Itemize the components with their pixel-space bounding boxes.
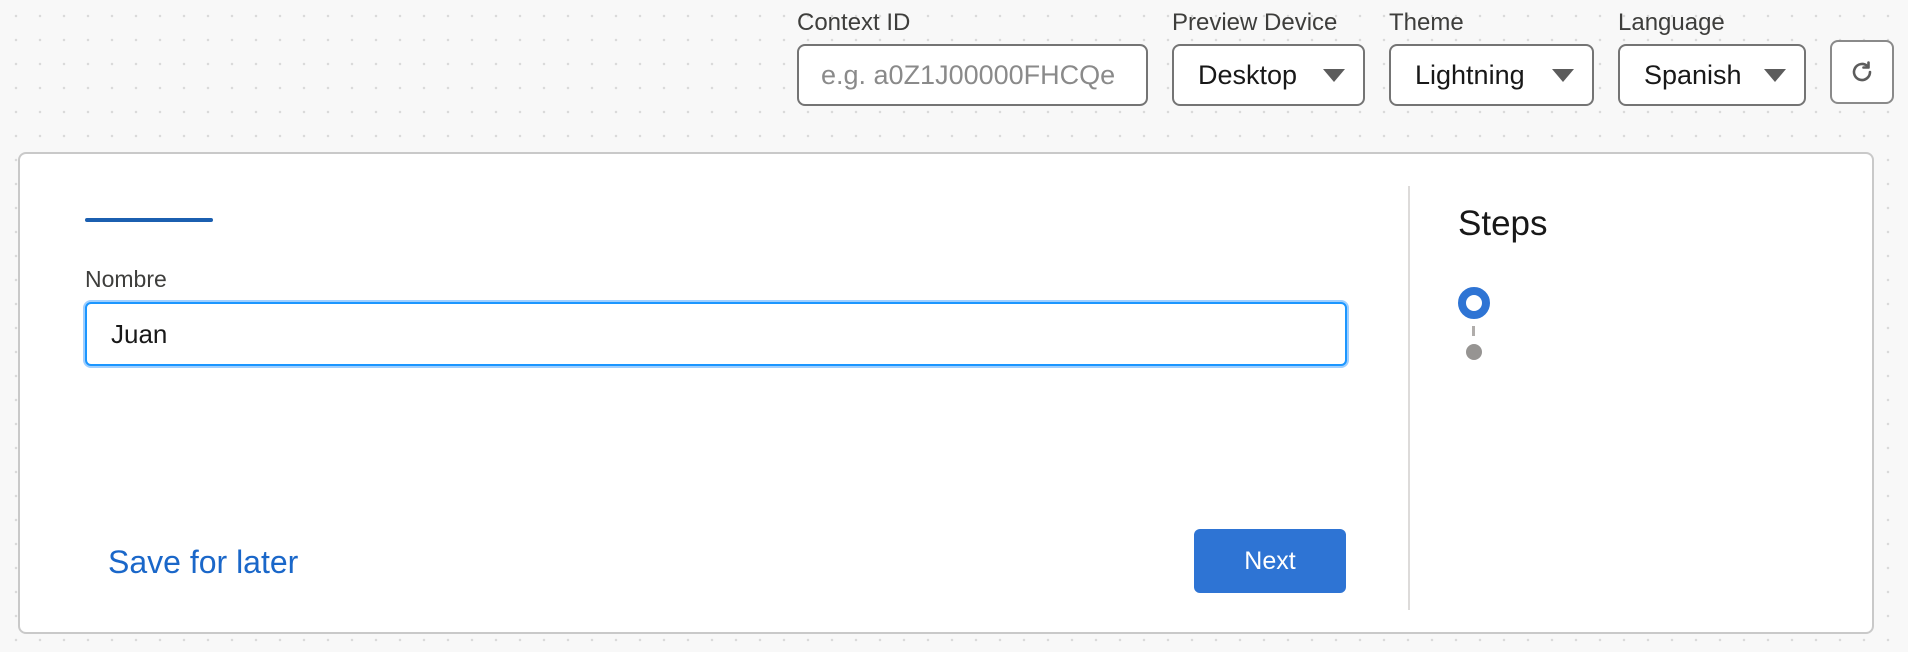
refresh-button[interactable] (1830, 40, 1894, 104)
preview-toolbar: Context ID Preview Device Desktop Theme … (0, 0, 1908, 150)
preview-device-label: Preview Device (1172, 9, 1338, 36)
nombre-label: Nombre (85, 266, 167, 292)
step-connector (1472, 326, 1475, 336)
nombre-input[interactable] (85, 302, 1347, 366)
context-id-input[interactable] (797, 44, 1148, 106)
language-field: Language Spanish (1618, 8, 1806, 106)
refresh-icon (1852, 61, 1872, 82)
chevron-down-icon (1323, 69, 1345, 82)
step-indicator-inactive (1466, 344, 1482, 360)
panel-divider (1408, 186, 1410, 610)
preview-device-select[interactable]: Desktop (1172, 44, 1365, 106)
steps-title: Steps (1458, 204, 1548, 243)
theme-field: Theme Lightning (1389, 8, 1594, 106)
language-value: Spanish (1644, 59, 1742, 90)
flow-preview-card: Nombre Save for later Next Steps (18, 152, 1874, 634)
language-label: Language (1618, 9, 1725, 36)
next-button[interactable]: Next (1194, 529, 1346, 593)
chevron-down-icon (1552, 69, 1574, 82)
preview-device-field: Preview Device Desktop (1172, 8, 1365, 106)
theme-value: Lightning (1415, 59, 1525, 90)
chevron-down-icon (1764, 69, 1786, 82)
context-id-field: Context ID (797, 8, 1148, 106)
preview-device-value: Desktop (1198, 59, 1298, 90)
theme-select[interactable]: Lightning (1389, 44, 1594, 106)
save-for-later-link[interactable]: Save for later (108, 544, 298, 581)
section-accent-bar (85, 218, 213, 222)
language-select[interactable]: Spanish (1618, 44, 1806, 106)
theme-label: Theme (1389, 9, 1464, 36)
step-indicator-active (1458, 287, 1490, 319)
context-id-label: Context ID (797, 9, 911, 36)
